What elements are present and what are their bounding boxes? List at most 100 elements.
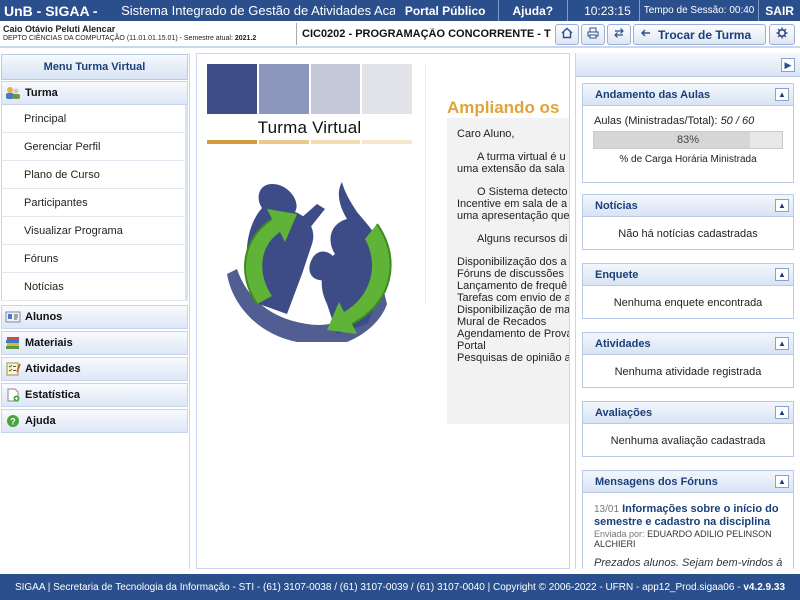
clock: 10:23:15 <box>584 3 631 18</box>
menu-item-principal[interactable]: Principal <box>1 105 188 133</box>
logo-underline <box>207 140 412 144</box>
left-menu: Menu Turma Virtual Turma Principal Geren… <box>0 53 190 569</box>
feature-item: Mural de Recados <box>457 316 547 328</box>
welcome-heading: Ampliando os <box>447 98 560 117</box>
message-topic-link[interactable]: Informações sobre o início do semestre e… <box>594 503 779 528</box>
section-alunos[interactable]: Alunos <box>1 305 188 329</box>
section-materiais[interactable]: Materiais <box>1 331 188 355</box>
panel-noticias-body: Não há notícias cadastradas <box>618 228 758 240</box>
paragraph-line: uma apresentação que <box>457 210 570 222</box>
feature-item: Lançamento de frequê <box>457 280 568 292</box>
panel-title: Atividades <box>595 337 651 350</box>
collapse-button[interactable]: ▲ <box>775 268 789 281</box>
panel-enquete-body: Nenhuma enquete encontrada <box>613 297 763 309</box>
panel-noticias: Notícias ▲ Não há notícias cadastradas <box>582 194 794 250</box>
user-dept: DEPTO CIÊNCIAS DA COMPUTAÇÃO (11.01.01.1… <box>3 35 256 42</box>
menu-item-visualizar-programa[interactable]: Visualizar Programa <box>1 217 188 245</box>
logo-stripes <box>207 64 412 114</box>
print-button[interactable] <box>581 24 605 45</box>
menu-item-plano-de-curso[interactable]: Plano de Curso <box>1 161 188 189</box>
message-date: 13/01 <box>594 504 620 515</box>
portal-publico-link[interactable]: Portal Público <box>395 4 498 18</box>
menu-header: Menu Turma Virtual <box>1 54 188 80</box>
section-alunos-label: Alunos <box>25 311 63 323</box>
home-icon <box>561 27 573 42</box>
feature-item: Fóruns de discussões <box>457 268 564 280</box>
course-title: CIC0202 - PROGRAMAÇÃO CONCORRENTE - T <box>302 28 551 40</box>
collapse-button[interactable]: ▲ <box>775 337 789 350</box>
collapse-button[interactable]: ▲ <box>775 406 789 419</box>
trocar-turma-label: Trocar de Turma <box>658 27 752 42</box>
settings-button[interactable] <box>769 24 795 45</box>
chevron-up-icon: ▲ <box>778 270 786 279</box>
help-icon: ? <box>5 414 21 428</box>
section-ajuda-label: Ajuda <box>25 415 56 427</box>
home-button[interactable] <box>555 24 579 45</box>
panel-avaliacoes-header: Avaliações ▲ <box>583 402 793 424</box>
sent-by-label: Enviada por: <box>594 529 645 539</box>
user-bar: Caio Otávio Peluti Alencar DEPTO CIÊNCIA… <box>0 21 800 48</box>
feature-item: Pesquisas de opinião a <box>457 352 570 364</box>
svg-text:?: ? <box>10 417 16 427</box>
feature-item: Agendamento de Prova <box>457 328 570 340</box>
footer-text: SIGAA | Secretaria de Tecnologia da Info… <box>14 581 741 593</box>
aulas-value: 50 / 60 <box>720 115 755 127</box>
panel-enquete: Enquete ▲ Nenhuma enquete encontrada <box>582 263 794 319</box>
section-turma[interactable]: Turma <box>1 81 188 105</box>
section-ajuda[interactable]: ? Ajuda <box>1 409 188 433</box>
panel-title: Avaliações <box>595 406 653 419</box>
gear-icon <box>776 27 788 42</box>
collapse-button[interactable]: ▲ <box>775 199 789 212</box>
menu-item-gerenciar-perfil[interactable]: Gerenciar Perfil <box>1 133 188 161</box>
collapse-button[interactable]: ▲ <box>775 475 789 488</box>
chevron-right-icon: ▶ <box>784 59 792 70</box>
panel-title: Notícias <box>595 199 638 212</box>
chevron-up-icon: ▲ <box>778 201 786 210</box>
paragraph-line: A turma virtual é u <box>477 151 566 163</box>
menu-item-foruns[interactable]: Fóruns <box>1 245 188 273</box>
progress-bar: 83% <box>593 131 783 149</box>
feature-item: Tarefas com envio de a <box>457 292 570 304</box>
divider <box>425 64 426 304</box>
back-arrow-icon <box>640 27 652 42</box>
forum-message: 13/01 Informações sobre o início do seme… <box>583 493 793 569</box>
panel-atividades-header: Atividades ▲ <box>583 333 793 355</box>
switch-button[interactable] <box>607 24 631 45</box>
aulas-line: Aulas (Ministradas/Total): 50 / 60 <box>583 106 793 127</box>
print-icon <box>587 27 599 42</box>
user-name: Caio Otávio Peluti Alencar <box>3 24 116 34</box>
feature-item: Portal <box>457 340 486 352</box>
panel-noticias-header: Notícias ▲ <box>583 195 793 217</box>
menu-item-participantes[interactable]: Participantes <box>1 189 188 217</box>
message-sender: Enviada por: EDUARDO ADILIO PELINSON ALC… <box>594 529 785 549</box>
paragraph-line: Alguns recursos di <box>477 233 568 245</box>
top-bar: UnB - SIGAA - Sistema Integrado de Gestã… <box>0 0 800 21</box>
panel-mensagens: Mensagens dos Fóruns ▲ 13/01 Informações… <box>582 470 794 569</box>
ajuda-link[interactable]: Ajuda? <box>498 4 567 18</box>
system-name: Sistema Integrado de Gestão de Atividade… <box>121 3 395 18</box>
dept-text: DEPTO CIÊNCIAS DA COMPUTAÇÃO (11.01.01.1… <box>3 35 233 42</box>
paragraph-line: Incentive em sala de a <box>457 198 568 210</box>
section-estatistica[interactable]: Estatística <box>1 383 188 407</box>
panel-andamento-header: Andamento das Aulas ▲ <box>583 84 793 106</box>
paragraph-line: uma extensão da sala <box>457 163 565 175</box>
greeting: Caro Aluno, <box>457 128 515 140</box>
chevron-up-icon: ▲ <box>778 90 786 99</box>
right-sidebar: ▶ Andamento das Aulas ▲ Aulas (Ministrad… <box>575 53 800 569</box>
menu-item-noticias[interactable]: Notícias <box>1 273 188 301</box>
main-content: Turma Virtual Ampliando os Caro Aluno, A… <box>196 53 570 569</box>
footer-version: v4.2.9.33 <box>743 581 786 593</box>
section-materiais-label: Materiais <box>25 337 73 349</box>
chevron-up-icon: ▲ <box>778 408 786 417</box>
section-atividades[interactable]: Atividades <box>1 357 188 381</box>
collapse-button[interactable]: ▲ <box>775 88 789 101</box>
chevron-up-icon: ▲ <box>778 339 786 348</box>
collapse-sidebar-button[interactable]: ▶ <box>781 58 795 72</box>
aulas-label: Aulas (Ministradas/Total): <box>594 115 718 127</box>
switch-arrows-icon <box>613 27 625 42</box>
paragraph-line: O Sistema detecto <box>477 186 568 198</box>
turma-virtual-logo-title: Turma Virtual <box>257 118 362 137</box>
logout-link[interactable]: SAIR <box>759 4 800 18</box>
checklist-icon <box>5 362 21 376</box>
trocar-turma-button[interactable]: Trocar de Turma <box>633 24 766 45</box>
